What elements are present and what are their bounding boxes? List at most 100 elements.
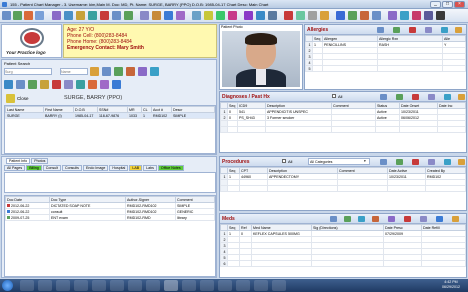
save-icon[interactable] [24, 11, 33, 20]
paste-icon[interactable] [268, 11, 277, 20]
table-row[interactable]: 2009-07-25 ENT exam RMD102-RMD library [5, 214, 215, 221]
delete-procedure-icon[interactable] [412, 159, 419, 165]
taskbar-app-ie[interactable] [218, 280, 232, 291]
table-row[interactable]: 6 [220, 260, 466, 267]
letter-icon[interactable] [176, 11, 185, 20]
table-row[interactable]: 5 [305, 65, 466, 72]
nav-first-icon[interactable] [4, 80, 13, 89]
chart-notes-icon[interactable] [52, 80, 61, 89]
documents-icon[interactable] [64, 80, 73, 89]
help-allergy-icon[interactable] [455, 27, 462, 33]
vitals-icon[interactable] [372, 11, 381, 20]
refresh-procedure-icon[interactable] [444, 159, 451, 165]
table-row[interactable] [220, 185, 466, 192]
edit-med-icon[interactable] [388, 216, 395, 222]
close-button[interactable]: Close [17, 96, 29, 101]
tab-all-pages[interactable]: All Pages [4, 165, 26, 171]
add-procedure-icon[interactable] [380, 159, 387, 165]
edit-diagnosis-icon[interactable] [396, 94, 403, 100]
image-icon[interactable] [192, 11, 201, 20]
add-diagnosis-icon[interactable] [380, 94, 387, 100]
messages-icon[interactable] [112, 80, 121, 89]
settings-icon[interactable] [308, 11, 317, 20]
print-allergy-icon[interactable] [425, 27, 432, 33]
print-icon[interactable] [35, 11, 44, 20]
close-icon[interactable] [6, 94, 15, 103]
taskbar-app-calc[interactable] [254, 280, 268, 291]
phone-icon[interactable] [336, 11, 345, 20]
close-window-button[interactable]: × [454, 1, 465, 8]
tab-endo-image[interactable]: Endo Image [82, 165, 109, 171]
erx-icon[interactable] [372, 216, 379, 222]
help-procedure-icon[interactable] [458, 159, 465, 165]
lab-icon[interactable] [112, 11, 121, 20]
nav-prev-icon[interactable] [16, 80, 25, 89]
rx-history-icon[interactable] [358, 216, 365, 222]
export-icon[interactable] [388, 11, 397, 20]
notes-icon[interactable] [76, 11, 85, 20]
tab-billing[interactable]: Billing [26, 165, 42, 171]
add-med-icon[interactable] [330, 216, 337, 222]
start-button[interactable] [2, 280, 13, 291]
scan-icon[interactable] [140, 11, 149, 20]
camera-icon[interactable] [40, 80, 49, 89]
billing-icon[interactable] [216, 11, 225, 20]
favorite-icon[interactable] [320, 11, 329, 20]
edit-patient-icon[interactable] [114, 67, 123, 76]
delete-med-icon[interactable] [404, 216, 411, 222]
tab-photos[interactable]: Photos [31, 158, 49, 164]
calendar-icon[interactable] [88, 11, 97, 20]
lastname-search-input[interactable] [4, 68, 52, 75]
search-icon[interactable] [90, 67, 99, 76]
scan-doc-icon[interactable] [28, 80, 37, 89]
refresh-diagnosis-icon[interactable] [444, 94, 451, 100]
taskbar-app-explorer[interactable] [56, 280, 70, 291]
copy-icon[interactable] [256, 11, 265, 20]
edit-procedure-icon[interactable] [396, 159, 403, 165]
add-patient-icon[interactable] [102, 67, 111, 76]
taskbar-app-media[interactable] [128, 280, 142, 291]
tab-labs[interactable]: Labs [143, 165, 157, 171]
delete-allergy-icon[interactable] [409, 27, 416, 33]
help-diagnosis-icon[interactable] [458, 94, 465, 100]
print-procedure-icon[interactable] [428, 159, 435, 165]
patient-icon[interactable] [13, 11, 22, 20]
print-diagnosis-icon[interactable] [428, 94, 435, 100]
refill-med-icon[interactable] [344, 216, 351, 222]
tab-consult[interactable]: Consult [42, 165, 61, 171]
fax-icon[interactable] [152, 11, 161, 20]
tab-patient-info[interactable]: Patient Info [6, 158, 31, 164]
taskbar-app-word[interactable] [38, 280, 52, 291]
email-icon[interactable] [164, 11, 173, 20]
folder-icon[interactable] [204, 11, 213, 20]
taskbar-app-excel[interactable] [20, 280, 34, 291]
table-row[interactable]: SURGE BARRY (I) 1985-04-17 118-67-9876 1… [5, 112, 215, 119]
import-icon[interactable] [400, 11, 409, 20]
taskbar-app-chrome[interactable] [74, 280, 88, 291]
cut-icon[interactable] [244, 11, 253, 20]
firstname-search-input[interactable] [60, 68, 88, 75]
taskbar-app-chart-manager[interactable] [164, 280, 178, 291]
table-row[interactable] [220, 126, 466, 133]
refresh-med-icon[interactable] [436, 216, 443, 222]
minimize-button[interactable]: _ [430, 1, 441, 8]
maximize-button[interactable]: □ [442, 1, 453, 8]
appointments-icon[interactable] [150, 67, 159, 76]
add-allergy-icon[interactable] [377, 27, 384, 33]
print-med-icon[interactable] [420, 216, 427, 222]
find-icon[interactable] [296, 11, 305, 20]
edit-allergy-icon[interactable] [393, 27, 400, 33]
help-med-icon[interactable] [452, 216, 459, 222]
all-checkbox[interactable] [332, 94, 336, 98]
demographics-icon[interactable] [126, 67, 135, 76]
delete-diagnosis-icon[interactable] [412, 94, 419, 100]
alert-icon[interactable] [100, 11, 109, 20]
tab-lab[interactable]: LAB [129, 165, 143, 171]
tab-hospital[interactable]: Hospital [109, 165, 129, 171]
help-icon[interactable] [424, 11, 433, 20]
refresh-allergy-icon[interactable] [441, 27, 448, 33]
refresh-icon[interactable] [64, 11, 73, 20]
history-icon[interactable] [360, 11, 369, 20]
home-icon[interactable] [2, 11, 11, 20]
chevron-down-icon[interactable]: ▾ [364, 159, 366, 163]
